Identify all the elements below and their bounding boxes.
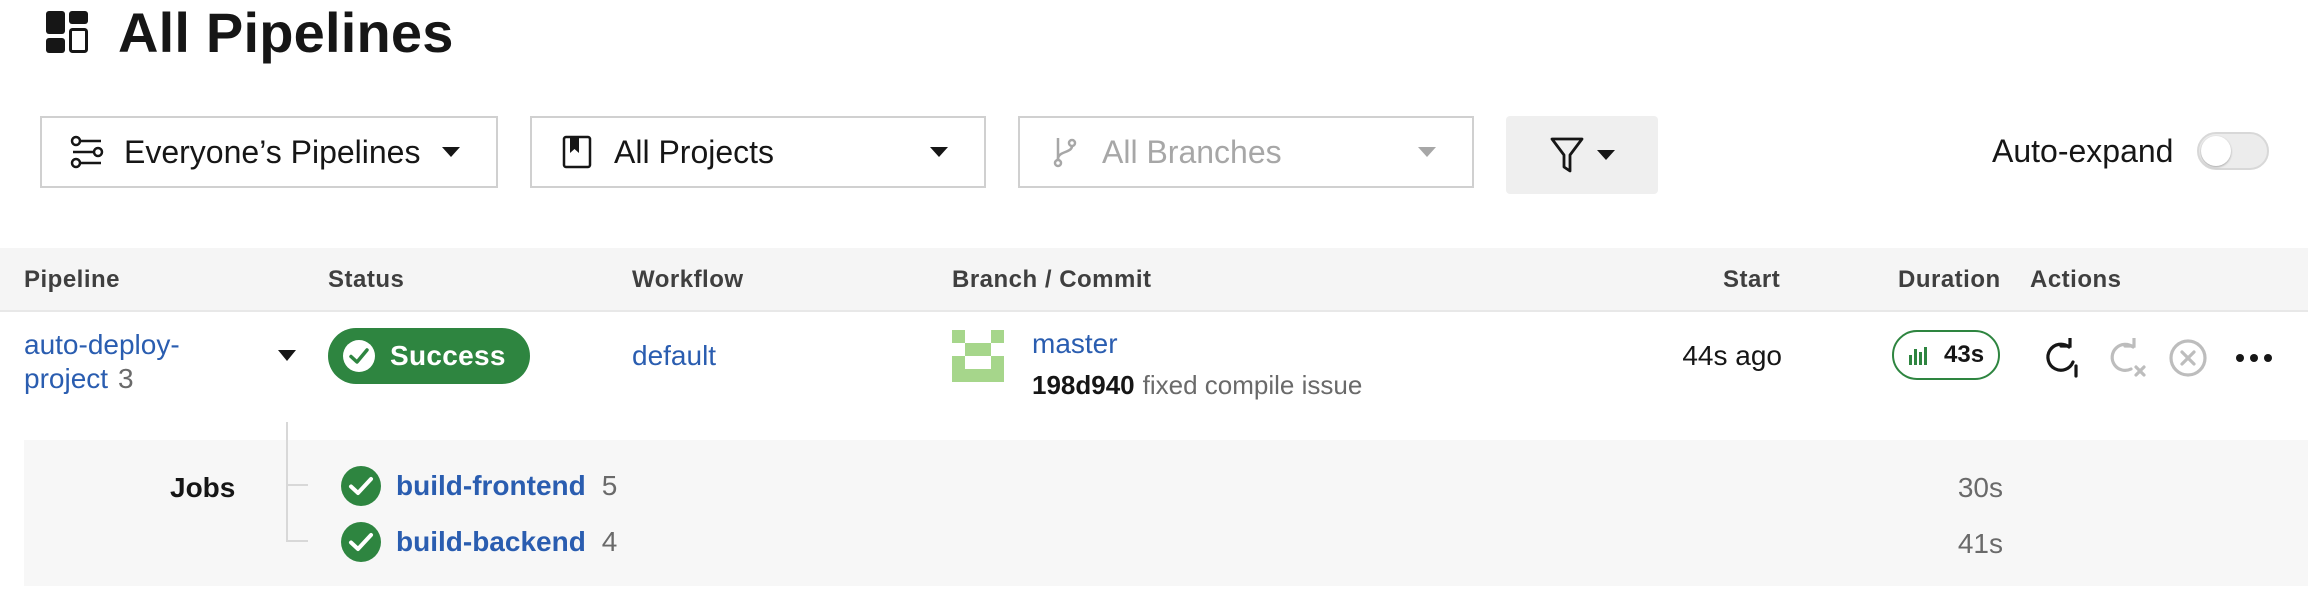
- col-branch-commit: Branch / Commit: [952, 266, 1152, 293]
- chevron-down-icon: [442, 147, 460, 157]
- job-item[interactable]: build-backend 4: [340, 520, 617, 564]
- job-number: 5: [601, 470, 618, 501]
- more-options-icon[interactable]: [2234, 338, 2274, 378]
- auto-expand-control: Auto-expand: [1992, 132, 2270, 170]
- jobs-panel: Jobs build-frontend 5 build-backend 4 30…: [24, 422, 2308, 586]
- page-title: All Pipelines: [118, 0, 454, 64]
- pipeline-name[interactable]: auto-deploy-project: [24, 329, 180, 394]
- expand-row-icon[interactable]: [278, 350, 296, 361]
- commit-info: 198d940 fixed compile issue: [1032, 370, 1362, 401]
- bookmark-icon: [562, 135, 592, 169]
- filter-button[interactable]: [1506, 116, 1658, 194]
- status-badge[interactable]: Success: [328, 328, 530, 384]
- tree-line: [286, 422, 288, 542]
- job-name[interactable]: build-backend: [396, 526, 586, 558]
- projects-label: All Projects: [614, 133, 775, 170]
- col-actions: Actions: [2030, 266, 2122, 293]
- user-avatar: [952, 330, 1004, 382]
- page-header: All Pipelines: [44, 0, 454, 64]
- duration-value: 43s: [1944, 341, 1985, 368]
- branches-label: All Branches: [1102, 133, 1282, 170]
- jobs-label: Jobs: [170, 472, 236, 503]
- filter-bar: Everyone’s Pipelines All Projects All Br…: [40, 116, 2280, 194]
- workflow-link[interactable]: default: [632, 340, 716, 372]
- auto-expand-label: Auto-expand: [1992, 132, 2174, 169]
- check-circle-icon: [341, 466, 381, 506]
- tree-branch-line: [286, 484, 308, 486]
- col-status: Status: [328, 266, 405, 293]
- branches-dropdown[interactable]: All Branches: [1018, 116, 1474, 188]
- start-time: 44s ago: [1682, 340, 1782, 371]
- branch-link[interactable]: master: [1032, 328, 1118, 360]
- status-label: Success: [390, 340, 506, 371]
- toggle-knob: [2201, 136, 2232, 166]
- insights-icon: [1909, 347, 1927, 365]
- duration-badge[interactable]: 43s: [1892, 330, 2001, 380]
- check-circle-icon: [343, 340, 375, 372]
- commit-message: fixed compile issue: [1142, 370, 1363, 400]
- commit-sha[interactable]: 198d940: [1032, 370, 1135, 400]
- col-workflow: Workflow: [632, 266, 744, 293]
- projects-dropdown[interactable]: All Projects: [530, 116, 986, 188]
- branch-icon: [1053, 138, 1077, 168]
- chevron-down-icon: [1418, 147, 1436, 157]
- job-name[interactable]: build-frontend: [396, 470, 586, 502]
- tree-branch-line: [286, 540, 308, 542]
- chevron-down-icon: [930, 147, 948, 157]
- col-start: Start: [1723, 266, 1781, 293]
- filter-icon: [1550, 137, 1584, 173]
- cancel-icon[interactable]: [2168, 338, 2208, 378]
- auto-expand-toggle[interactable]: [2197, 132, 2270, 170]
- dashboard-icon: [46, 11, 88, 53]
- chevron-down-icon: [1597, 150, 1615, 160]
- job-duration: 41s: [1957, 528, 2003, 559]
- job-item[interactable]: build-frontend 5: [340, 464, 617, 508]
- check-circle-icon: [341, 522, 381, 562]
- table-header: Pipeline Status Workflow Branch / Commit…: [0, 248, 2308, 312]
- pipelines-owner-dropdown[interactable]: Everyone’s Pipelines: [40, 116, 498, 188]
- table-row: auto-deploy-project 3 Success default mas…: [0, 314, 2308, 424]
- rerun-failed-icon[interactable]: [2106, 338, 2146, 378]
- rerun-icon[interactable]: [2042, 338, 2082, 378]
- pipelines-icon: [70, 135, 104, 169]
- pipeline-number: 3: [118, 363, 134, 394]
- pipelines-owner-label: Everyone’s Pipelines: [124, 133, 421, 170]
- job-duration: 30s: [1957, 472, 2003, 503]
- pipeline-link[interactable]: auto-deploy-project 3: [24, 328, 244, 396]
- col-pipeline: Pipeline: [24, 266, 121, 293]
- job-number: 4: [601, 526, 618, 557]
- col-duration: Duration: [1898, 266, 2001, 293]
